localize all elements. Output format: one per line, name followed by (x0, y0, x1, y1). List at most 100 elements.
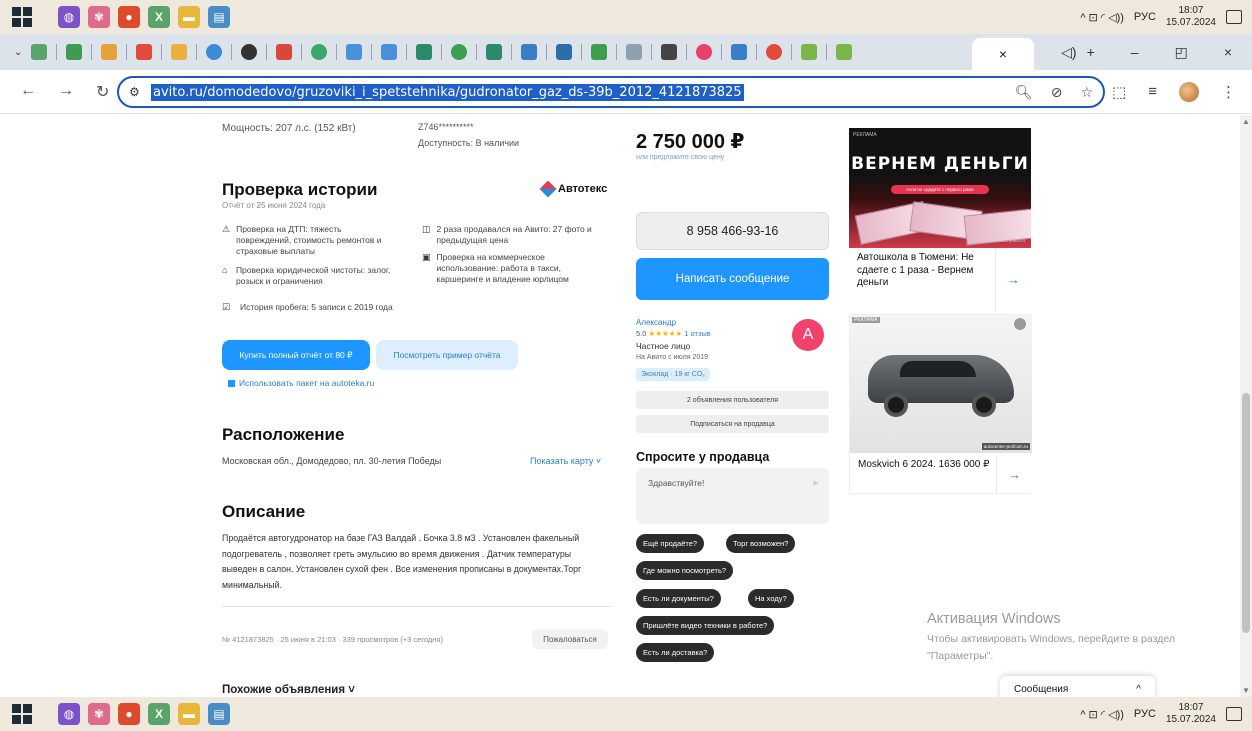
tab-favicon[interactable] (836, 44, 853, 60)
tab-favicon[interactable] (591, 44, 608, 60)
tab-favicon[interactable] (661, 44, 678, 60)
eye-off-icon[interactable]: ⊘ (1051, 84, 1063, 101)
ad-info-icon[interactable] (1014, 318, 1026, 330)
subscribe-button[interactable]: Подписаться на продавца (636, 415, 829, 433)
autoteka-pack-link[interactable]: Использовать пакет на autoteka.ru (228, 378, 374, 388)
tab-favicon[interactable] (416, 44, 433, 60)
quick-question-chip[interactable]: На ходу? (748, 589, 794, 608)
ask-seller-input[interactable]: Здравствуйте! ➤ (636, 468, 829, 524)
site-info-icon[interactable]: ⚙ (129, 85, 151, 99)
scroll-down-icon[interactable]: ▼ (1242, 686, 1250, 695)
complain-button[interactable]: Пожаловаться (532, 629, 608, 649)
show-map-link[interactable]: Показать карту ˅ (530, 456, 601, 466)
excel-icon[interactable]: X (148, 703, 170, 725)
url-text[interactable]: avito.ru/domodedovo/gruzoviki_i_spetsteh… (151, 83, 744, 101)
chevron-up-icon[interactable]: ^ (1136, 684, 1141, 695)
minimize-button[interactable]: – (1131, 44, 1139, 60)
tray-icons[interactable]: ^ ⊡ ◜ ◁)) (1080, 708, 1124, 721)
tab-favicon[interactable] (766, 44, 783, 60)
write-message-button[interactable]: Написать сообщение (636, 258, 829, 300)
tab-audio-icon[interactable]: ◁) (1061, 44, 1076, 61)
tab-favicon[interactable] (241, 44, 258, 60)
clock[interactable]: 18:07 15.07.2024 (1166, 702, 1216, 726)
quick-question-chip[interactable]: Ещё продаёте? (636, 534, 705, 553)
start-icon[interactable] (12, 7, 32, 27)
reload-icon[interactable]: ↻ (96, 82, 109, 102)
tab-favicon[interactable] (486, 44, 503, 60)
tab-favicon[interactable] (206, 44, 223, 60)
tab-favicon[interactable] (521, 44, 538, 60)
tab-favicon[interactable] (101, 44, 118, 60)
quick-question-chip[interactable]: Есть ли доставка? (636, 643, 715, 662)
folder-icon[interactable]: ▬ (178, 6, 200, 28)
bookmark-star-icon[interactable]: ☆ (1080, 84, 1093, 101)
buy-report-button[interactable]: Купить полный отчёт от 80 ₽ (222, 340, 370, 370)
viber-icon[interactable]: ◍ (58, 703, 80, 725)
tab-favicon[interactable] (381, 44, 398, 60)
tray-icons[interactable]: ^ ⊡ ◜ ◁)) (1080, 11, 1124, 24)
tab-favicon[interactable] (276, 44, 293, 60)
send-arrow-icon[interactable]: ➤ (811, 478, 819, 489)
excel-icon[interactable]: X (148, 6, 170, 28)
tab-favicon[interactable] (731, 44, 748, 60)
tab-favicon[interactable] (346, 44, 363, 60)
folder-icon[interactable]: ▬ (178, 703, 200, 725)
forward-icon[interactable]: → (58, 82, 74, 102)
network-app-icon[interactable]: ✾ (88, 6, 110, 28)
profile-avatar[interactable] (1179, 81, 1199, 102)
tab-favicon[interactable] (311, 44, 328, 60)
quick-question-chip[interactable]: Торг возможен? (726, 534, 796, 553)
start-icon[interactable] (12, 704, 32, 724)
quick-question-chip[interactable]: Есть ли документы? (636, 589, 721, 608)
quick-question-chip[interactable]: Пришлёте видео техники в работе? (636, 616, 775, 635)
tab-search-icon[interactable]: ⌄ (14, 47, 22, 58)
chrome-icon[interactable]: ● (118, 703, 140, 725)
quick-question-chip[interactable]: Где можно посмотреть? (636, 561, 734, 580)
restore-button[interactable]: ◰ (1175, 44, 1188, 61)
reviews-link[interactable]: 1 отзыв (684, 329, 711, 338)
offer-price-link[interactable]: или предложите свою цену (636, 154, 724, 161)
menu-kebab-icon[interactable]: ⋮ (1221, 83, 1236, 101)
tab-favicon[interactable] (66, 44, 83, 60)
seller-name[interactable]: Александр (636, 318, 676, 327)
similar-listings-toggle[interactable]: Похожие объявления ˅ (222, 684, 355, 696)
seller-ads-button[interactable]: 2 объявления пользователя (636, 391, 829, 409)
extensions-icon[interactable]: ⬚ (1112, 83, 1126, 101)
ad-arrow-icon[interactable]: → (996, 455, 1032, 493)
viber-icon[interactable]: ◍ (58, 6, 80, 28)
phone-button[interactable]: 8 958 466-93-16 (636, 212, 829, 250)
ad-moskvich[interactable]: РЕКЛАМА autocenter-profcom.ru Moskvich 6… (849, 314, 1032, 494)
zoom-icon[interactable]: 🔍︎ (1015, 84, 1033, 101)
ad-arrow-icon[interactable]: → (995, 248, 1031, 311)
tab-favicon[interactable] (696, 44, 713, 60)
chrome-icon[interactable]: ● (118, 6, 140, 28)
notes-app-icon[interactable]: ▤ (208, 6, 230, 28)
notifications-icon[interactable] (1226, 707, 1242, 721)
back-icon[interactable]: ← (20, 82, 36, 102)
tab-favicon[interactable] (171, 44, 188, 60)
url-input[interactable]: ⚙ avito.ru/domodedovo/gruzoviki_i_spetst… (117, 76, 1105, 108)
language-indicator[interactable]: РУС (1134, 708, 1156, 720)
scrollbar-thumb[interactable] (1242, 393, 1250, 633)
new-tab-button[interactable]: + (1087, 44, 1095, 60)
language-indicator[interactable]: РУС (1134, 11, 1156, 23)
reading-list-icon[interactable]: ≡ (1148, 83, 1157, 100)
close-window-button[interactable]: × (1224, 44, 1232, 60)
close-tab-icon[interactable]: × (999, 46, 1007, 62)
tab-favicon[interactable] (31, 44, 48, 60)
ad-driving-school[interactable]: РЕКЛАМА ВЕРНЕМ ДЕНЬГИ если не сдадите с … (849, 128, 1031, 311)
network-app-icon[interactable]: ✾ (88, 703, 110, 725)
example-report-button[interactable]: Посмотреть пример отчёта (376, 340, 518, 370)
page-scrollbar[interactable]: ▲ ▼ (1240, 115, 1252, 697)
tab-favicon[interactable] (801, 44, 818, 60)
tab-favicon[interactable] (136, 44, 153, 60)
tab-favicon[interactable] (626, 44, 643, 60)
scroll-up-icon[interactable]: ▲ (1242, 117, 1250, 126)
notes-app-icon[interactable]: ▤ (208, 703, 230, 725)
notifications-icon[interactable] (1226, 10, 1242, 24)
active-tab[interactable]: × (972, 38, 1034, 70)
seller-avatar[interactable]: A (792, 319, 824, 351)
tab-favicon[interactable] (451, 44, 468, 60)
tab-favicon[interactable] (556, 44, 573, 60)
clock[interactable]: 18:07 15.07.2024 (1166, 5, 1216, 29)
